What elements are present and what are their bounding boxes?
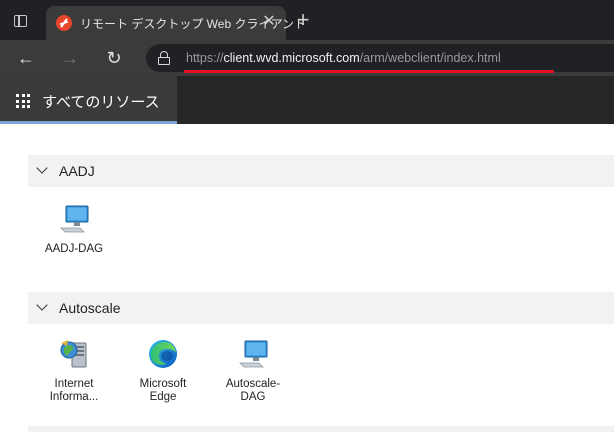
app-header: すべてのリソース (0, 76, 614, 124)
group-header-aadj[interactable]: AADJ (28, 155, 614, 187)
desktop-icon (60, 205, 89, 233)
url-text[interactable]: https://client.wvd.microsoft.com/arm/web… (186, 51, 501, 65)
next-group-edge (28, 426, 614, 432)
forward-button[interactable]: → (58, 46, 82, 70)
resource-label: AADJ-DAG (44, 243, 104, 255)
browser-tab-active[interactable]: リモート デスクトップ Web クライアント ✕ (46, 6, 306, 40)
tab-actions-button[interactable] (8, 10, 32, 32)
url-scheme: https:// (186, 51, 224, 65)
browser-tabstrip: リモート デスクトップ Web クライアント ✕ + (0, 0, 614, 40)
tab-all-resources-label: すべてのリソース (42, 94, 160, 111)
resource-label: Autoscale-DAG (225, 378, 281, 403)
app-launcher-icon (16, 94, 30, 108)
remote-desktop-favicon-icon (56, 15, 72, 31)
tab-actions-icon (14, 15, 27, 27)
resource-microsoft-edge[interactable]: Microsoft Edge (125, 338, 201, 410)
url-path: /arm/webclient/index.html (359, 51, 501, 65)
lock-icon[interactable] (158, 51, 170, 65)
refresh-button[interactable]: ↻ (102, 46, 126, 70)
group-title: AADJ (59, 163, 95, 179)
new-tab-button[interactable]: + (292, 9, 314, 31)
chevron-down-icon[interactable] (36, 164, 48, 176)
address-bar[interactable]: https://client.wvd.microsoft.com/arm/web… (146, 44, 614, 72)
resource-autoscale-dag[interactable]: Autoscale-DAG (215, 338, 291, 410)
edge-icon (149, 340, 177, 368)
resource-iis-manager[interactable]: Internet Informa... (36, 338, 112, 410)
group-header-autoscale[interactable]: Autoscale (28, 292, 614, 324)
resource-label: Internet Informa... (49, 378, 99, 403)
url-highlight-underline (184, 70, 554, 73)
back-button[interactable]: ← (14, 46, 38, 70)
resource-label: Microsoft Edge (139, 378, 187, 403)
chevron-down-icon[interactable] (36, 301, 48, 313)
iis-manager-icon (60, 340, 87, 368)
url-host: client.wvd.microsoft.com (223, 51, 360, 65)
group-title: Autoscale (59, 300, 121, 316)
resource-aadj-dag[interactable]: AADJ-DAG (36, 203, 112, 275)
tab-close-button[interactable]: ✕ (260, 13, 278, 31)
tab-selected-indicator (0, 121, 177, 124)
desktop-icon (239, 340, 268, 368)
tab-all-resources[interactable]: すべてのリソース (0, 76, 177, 124)
